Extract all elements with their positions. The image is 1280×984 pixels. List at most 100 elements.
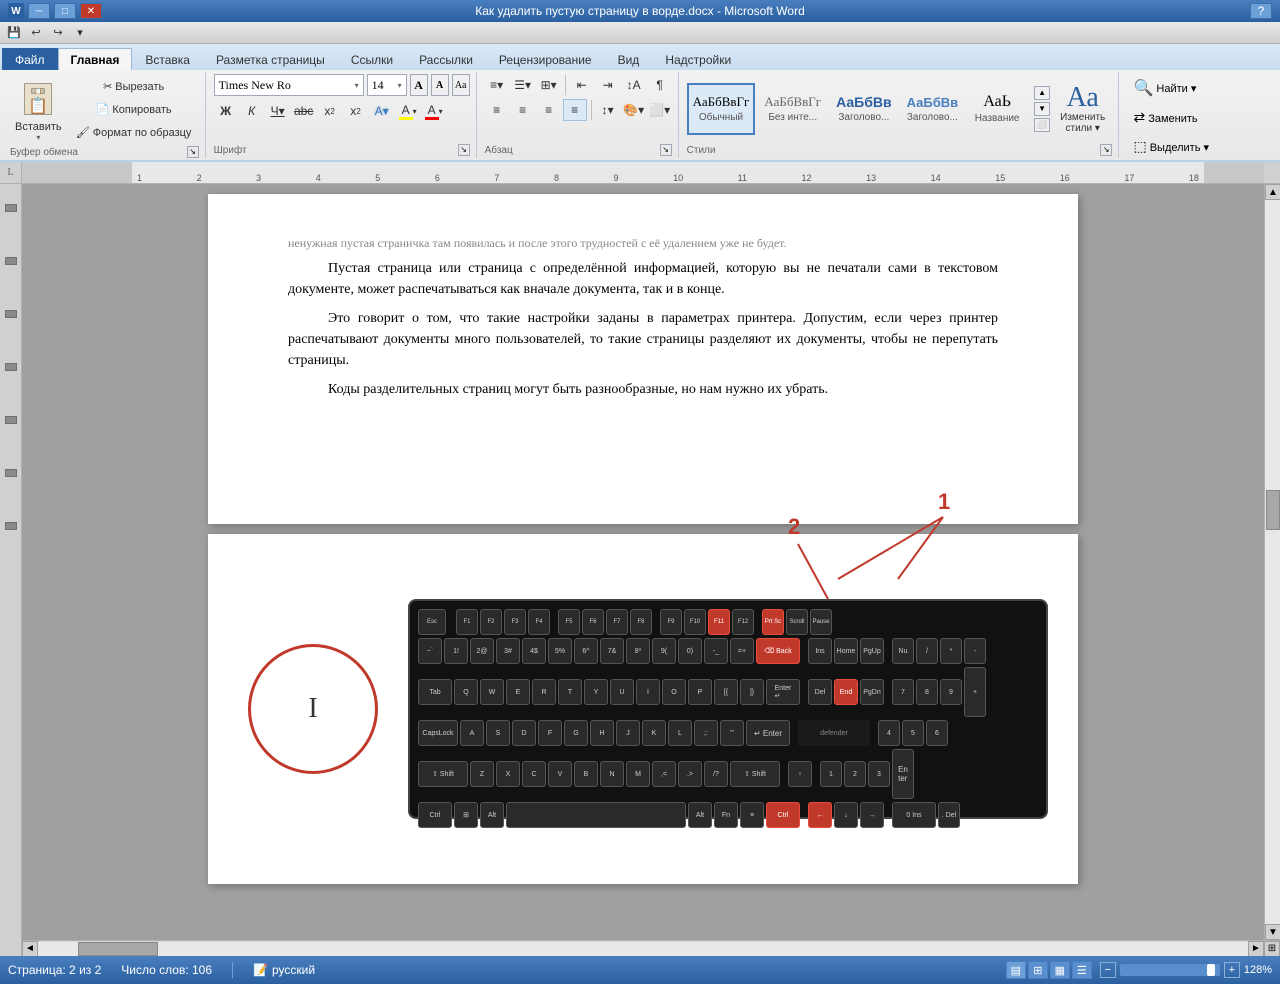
view-web-button[interactable]: ▦ bbox=[1050, 961, 1070, 979]
page1-faded-text: ненужная пустая страничка там появилась … bbox=[288, 234, 998, 252]
multilevel-button[interactable]: ⊞▾ bbox=[537, 74, 561, 96]
zoom-out-button[interactable]: − bbox=[1100, 962, 1116, 978]
view-draft-button[interactable]: ☰ bbox=[1072, 961, 1092, 979]
clipboard-expand[interactable]: ↘ bbox=[187, 146, 199, 158]
copy-button[interactable]: 📄Копировать bbox=[69, 99, 199, 121]
paste-button[interactable]: 📋 📋 Вставить ▾ bbox=[10, 74, 67, 145]
tab-layout[interactable]: Разметка страницы bbox=[203, 48, 338, 70]
help-button[interactable]: ? bbox=[1250, 3, 1272, 19]
redo-button[interactable]: ↪ bbox=[48, 24, 68, 42]
maximize-icon[interactable]: □ bbox=[54, 3, 76, 19]
style-heading2[interactable]: АаБбВв Заголово... bbox=[901, 83, 965, 135]
styles-expand[interactable]: ↘ bbox=[1100, 144, 1112, 156]
pages-container[interactable]: ненужная пустая страничка там появилась … bbox=[22, 184, 1264, 940]
justify-button[interactable]: ≡ bbox=[563, 99, 587, 121]
font-name-value: Times New Ro bbox=[219, 78, 291, 93]
page-info-text: Страница: 2 из 2 bbox=[8, 963, 101, 977]
view-fullscreen-button[interactable]: ⊞ bbox=[1028, 961, 1048, 979]
undo-button[interactable]: ↩ bbox=[26, 24, 46, 42]
format-painter-button[interactable]: 🖌Формат по образцу bbox=[69, 122, 199, 144]
paragraph-expand[interactable]: ↘ bbox=[660, 144, 672, 156]
highlight-button[interactable]: А ▾ bbox=[396, 100, 420, 122]
scroll-up-button[interactable]: ▲ bbox=[1265, 184, 1280, 200]
scroll-right-button[interactable]: ► bbox=[1248, 941, 1264, 957]
vertical-scrollbar[interactable]: ▲ ▼ bbox=[1264, 184, 1280, 940]
document-page-2[interactable]: I Esc F1 F2 F3 bbox=[208, 534, 1078, 884]
customize-qt-button[interactable]: ▾ bbox=[70, 24, 90, 42]
align-center-button[interactable]: ≡ bbox=[511, 99, 535, 121]
margin-mark-5 bbox=[5, 416, 17, 424]
page-info: Страница: 2 из 2 bbox=[8, 963, 101, 977]
numbering-button[interactable]: ☰▾ bbox=[511, 74, 535, 96]
font-size-dropdown[interactable]: 14 ▾ bbox=[367, 74, 407, 96]
tab-file[interactable]: Файл bbox=[2, 48, 58, 70]
tab-insert[interactable]: Вставка bbox=[132, 48, 203, 70]
text-effects-button[interactable]: А▾ bbox=[370, 100, 394, 122]
close-icon[interactable]: ✕ bbox=[80, 3, 102, 19]
clipboard-label: Буфер обмена bbox=[10, 145, 78, 158]
document-area: ненужная пустая страничка там появилась … bbox=[0, 184, 1280, 956]
document-page-1[interactable]: ненужная пустая страничка там появилась … bbox=[208, 194, 1078, 524]
style-title[interactable]: АаЬ Название bbox=[967, 83, 1027, 135]
styles-scroll-up[interactable]: ▲ bbox=[1034, 86, 1050, 100]
zoom-in-button[interactable]: + bbox=[1224, 962, 1240, 978]
italic-button[interactable]: К bbox=[240, 100, 264, 122]
view-print-button[interactable]: ▤ bbox=[1006, 961, 1026, 979]
scroll-track bbox=[1265, 200, 1280, 924]
h-scroll-thumb[interactable] bbox=[78, 942, 158, 956]
scroll-corner: ⊞ bbox=[1264, 941, 1280, 957]
cursor-circle: I bbox=[248, 644, 378, 774]
font-name-dropdown[interactable]: Times New Ro ▾ bbox=[214, 74, 364, 96]
bold-button[interactable]: Ж bbox=[214, 100, 238, 122]
bullets-button[interactable]: ≡▾ bbox=[485, 74, 509, 96]
borders-button[interactable]: ⬜▾ bbox=[648, 99, 672, 121]
select-button[interactable]: ⬚ Выделить ▾ bbox=[1129, 135, 1213, 160]
ruler-corner[interactable]: L bbox=[0, 162, 22, 184]
decrease-indent-button[interactable]: ⇤ bbox=[570, 74, 594, 96]
styles-more[interactable]: ⬜ bbox=[1034, 118, 1050, 132]
strikethrough-button[interactable]: аbc bbox=[292, 100, 316, 122]
line-spacing-button[interactable]: ↕▾ bbox=[596, 99, 620, 121]
paragraph-label: Абзац bbox=[485, 143, 513, 156]
increase-indent-button[interactable]: ⇥ bbox=[596, 74, 620, 96]
align-right-button[interactable]: ≡ bbox=[537, 99, 561, 121]
superscript-button[interactable]: x2 bbox=[344, 100, 368, 122]
zoom-slider[interactable] bbox=[1120, 964, 1220, 976]
font-size-increase[interactable]: A bbox=[410, 74, 428, 96]
styles-scroll-down[interactable]: ▼ bbox=[1034, 102, 1050, 116]
scroll-down-button[interactable]: ▼ bbox=[1265, 924, 1280, 940]
shading-button[interactable]: 🎨▾ bbox=[622, 99, 646, 121]
clear-formatting-button[interactable]: Аа bbox=[452, 74, 470, 96]
sort-button[interactable]: ↕A bbox=[622, 74, 646, 96]
keyboard-brand: defender bbox=[820, 730, 848, 737]
scroll-left-button[interactable]: ◄ bbox=[22, 941, 38, 957]
font-expand[interactable]: ↘ bbox=[458, 144, 470, 156]
find-button[interactable]: 🔍 Найти ▾ bbox=[1129, 74, 1200, 102]
tab-references[interactable]: Ссылки bbox=[338, 48, 406, 70]
tab-home[interactable]: Главная bbox=[58, 48, 133, 70]
minimize-icon[interactable]: ─ bbox=[28, 3, 50, 19]
replace-button[interactable]: ⇄ Заменить bbox=[1129, 106, 1201, 131]
underline-button[interactable]: Ч▾ bbox=[266, 100, 290, 122]
tab-addins[interactable]: Надстройки bbox=[652, 48, 744, 70]
spell-check[interactable]: 📝 русский bbox=[253, 963, 315, 977]
quick-access-toolbar: 💾 ↩ ↪ ▾ bbox=[0, 22, 1280, 44]
align-left-button[interactable]: ≡ bbox=[485, 99, 509, 121]
tab-review[interactable]: Рецензирование bbox=[486, 48, 605, 70]
change-style-button[interactable]: Аа Изменитьстили ▾ bbox=[1053, 80, 1112, 138]
subscript-button[interactable]: x2 bbox=[318, 100, 342, 122]
show-formatting-button[interactable]: ¶ bbox=[648, 74, 672, 96]
tab-mailings[interactable]: Рассылки bbox=[406, 48, 486, 70]
keyboard-container: Esc F1 F2 F3 F4 F5 F6 F7 F8 bbox=[408, 599, 1048, 819]
tab-view[interactable]: Вид bbox=[605, 48, 653, 70]
cut-button[interactable]: ✂Вырезать bbox=[69, 76, 199, 98]
font-size-decrease[interactable]: A bbox=[431, 74, 449, 96]
style-heading1[interactable]: АаБбВв Заголово... bbox=[830, 83, 898, 135]
font-label: Шрифт bbox=[214, 143, 247, 156]
scroll-thumb[interactable] bbox=[1266, 490, 1280, 530]
font-color-button[interactable]: А ▾ bbox=[422, 100, 446, 122]
style-normal[interactable]: АаБбВвГг Обычный bbox=[687, 83, 756, 135]
zoom-level: 128% bbox=[1244, 964, 1272, 976]
save-button[interactable]: 💾 bbox=[4, 24, 24, 42]
style-no-spacing[interactable]: АаБбВвГг Без инте... bbox=[758, 83, 827, 135]
